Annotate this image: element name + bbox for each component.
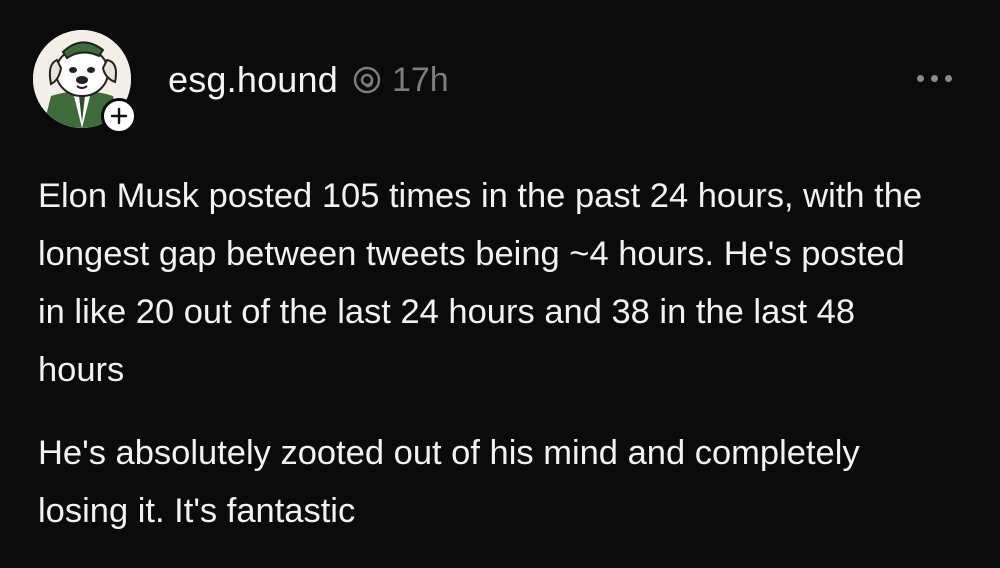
follow-button[interactable]	[101, 98, 137, 134]
more-horizontal-icon	[916, 74, 924, 82]
post-timestamp[interactable]: 17h	[392, 61, 449, 100]
thread-post: esg.hound 17h Elon Musk posted 105 times…	[0, 0, 1000, 568]
more-horizontal-icon	[944, 74, 952, 82]
post-text-paragraph: Elon Musk posted 105 times in the past 2…	[38, 177, 923, 389]
post-text-paragraph: He's absolutely zooted out of his mind a…	[38, 434, 860, 530]
more-horizontal-icon	[930, 74, 938, 82]
username-link[interactable]: esg.hound	[168, 59, 338, 101]
threads-logo-icon	[353, 66, 381, 94]
more-options-button[interactable]	[906, 66, 962, 90]
plus-icon	[110, 107, 128, 125]
post-header: esg.hound 17h	[168, 58, 449, 102]
avatar-container[interactable]	[33, 30, 137, 134]
